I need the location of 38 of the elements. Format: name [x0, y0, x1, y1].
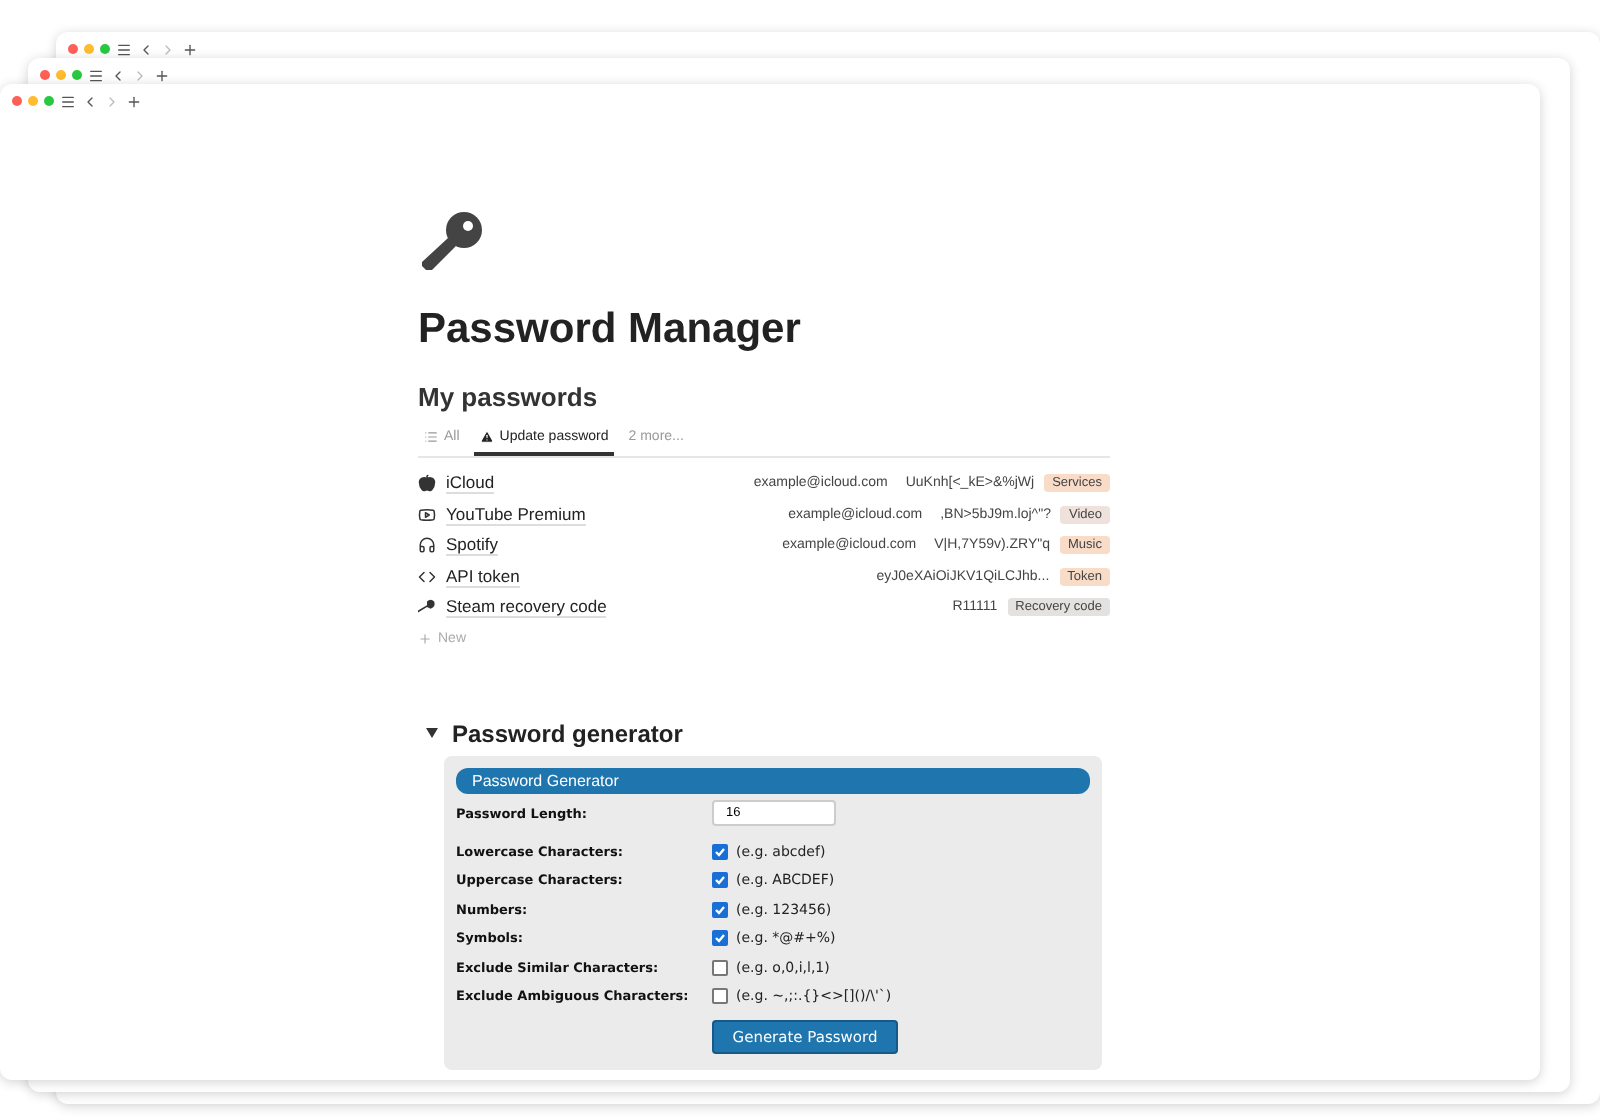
close-dot[interactable] — [68, 44, 78, 54]
menu-icon[interactable] — [88, 67, 104, 83]
wrench-icon — [418, 598, 436, 617]
checkbox[interactable] — [712, 872, 728, 889]
panel-title: Password Generator — [456, 767, 1090, 793]
page-title: Password Manager — [418, 306, 803, 354]
minimize-dot[interactable] — [84, 44, 94, 54]
entry-name[interactable]: YouTube Premium — [446, 503, 586, 526]
plus-icon[interactable] — [154, 67, 170, 83]
video-icon — [418, 505, 436, 524]
close-dot[interactable] — [40, 70, 50, 80]
zoom-dot[interactable] — [72, 70, 82, 80]
close-dot[interactable] — [12, 96, 22, 106]
menu-icon[interactable] — [60, 93, 76, 109]
headphones-icon — [418, 536, 436, 555]
zoom-dot[interactable] — [100, 44, 110, 54]
zoom-dot[interactable] — [44, 96, 54, 106]
warning-icon — [479, 430, 494, 444]
entry-name[interactable]: Spotify — [446, 534, 498, 557]
entry-name[interactable]: API token — [446, 565, 520, 588]
checkbox[interactable] — [712, 901, 728, 918]
menu-icon[interactable] — [116, 41, 132, 57]
plus-icon — [418, 632, 432, 646]
section-heading: My passwords — [418, 382, 600, 412]
checkbox[interactable] — [712, 930, 728, 947]
toggle-heading[interactable]: Password generator — [426, 719, 1110, 747]
apple-icon — [418, 474, 436, 493]
minimize-dot[interactable] — [56, 70, 66, 80]
plus-icon[interactable] — [126, 93, 142, 109]
entry-name[interactable]: Steam recovery code — [446, 596, 607, 619]
checkbox[interactable] — [712, 959, 728, 976]
checkbox[interactable] — [712, 843, 728, 860]
entry-name[interactable]: iCloud — [446, 472, 495, 495]
minimize-dot[interactable] — [28, 96, 38, 106]
plus-icon[interactable] — [182, 41, 198, 57]
code-icon — [418, 567, 436, 586]
list-icon — [424, 430, 438, 444]
checkbox[interactable] — [712, 988, 728, 1005]
